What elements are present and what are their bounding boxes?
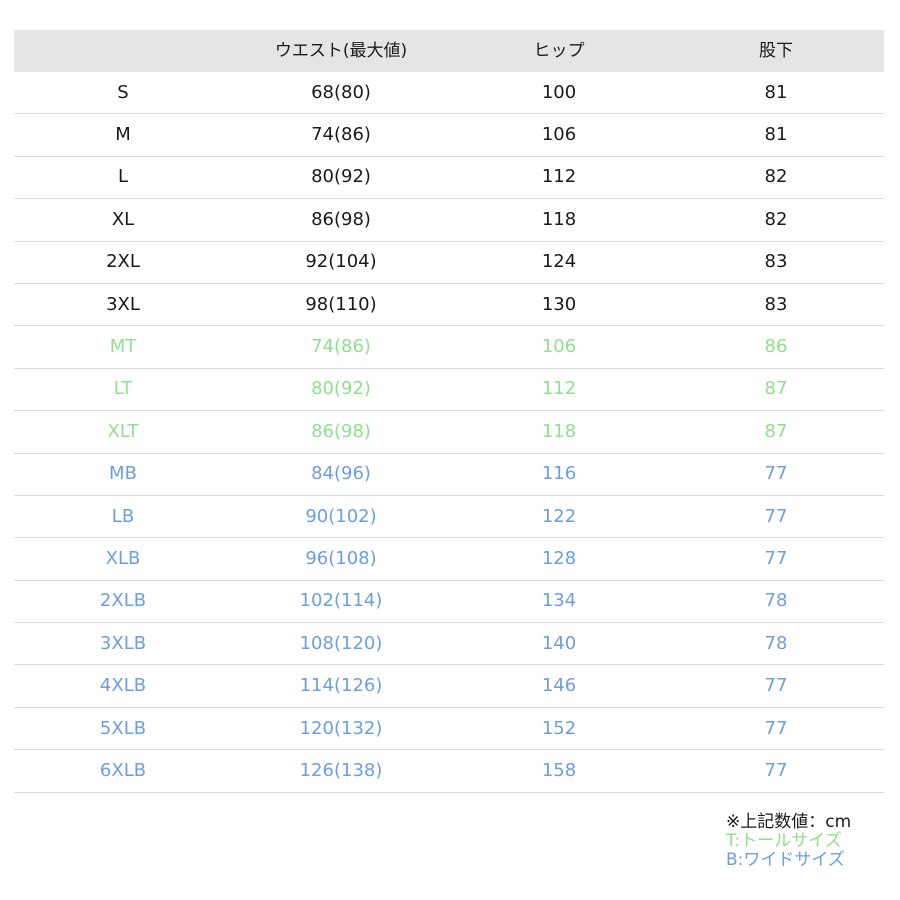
table-row: 6XLB 126(138) 158 77 (14, 750, 884, 793)
hip-cell: 122 (541, 505, 577, 527)
size-cell: S (117, 81, 129, 103)
waist-cell: 114(126) (299, 675, 383, 697)
table-row: XLT 86(98) 118 87 (14, 411, 884, 454)
inseam-cell: 83 (764, 293, 788, 315)
size-cell: M (115, 124, 131, 146)
size-notes: ※上記数値：cm T:トールサイズ B:ワイドサイズ (726, 813, 851, 870)
inseam-cell: 82 (764, 166, 788, 188)
table-row: 5XLB 120(132) 152 77 (14, 708, 884, 751)
header-waist: ウエスト(最大値) (274, 40, 408, 61)
table-row: MT 74(86) 106 86 (14, 326, 884, 369)
waist-cell: 92(104) (305, 251, 377, 273)
hip-cell: 130 (541, 293, 577, 315)
table-row: 2XLB 102(114) 134 78 (14, 581, 884, 624)
table-row: XLB 96(108) 128 77 (14, 538, 884, 581)
size-cell: XL (111, 208, 135, 230)
hip-cell: 112 (541, 166, 577, 188)
table-row: 2XL 92(104) 124 83 (14, 242, 884, 284)
size-table: ウエスト(最大値) ヒップ 股下 S 68(80) 100 81 M 74(86) 106 8… (14, 30, 884, 793)
table-row: LT 80(92) 112 87 (14, 369, 884, 412)
waist-cell: 80(92) (311, 166, 371, 188)
table-row: MB 84(96) 116 77 (14, 454, 884, 496)
waist-cell: 68(80) (311, 81, 371, 103)
size-cell: MT (109, 336, 137, 358)
inseam-cell: 81 (764, 124, 788, 146)
header-inseam: 股下 (759, 40, 793, 61)
size-cell: 2XL (106, 251, 140, 273)
size-cell: 3XL (106, 293, 140, 315)
table-row: S 68(80) 100 81 (14, 72, 884, 115)
size-cell: XLB (105, 547, 141, 569)
hip-cell: 100 (541, 81, 577, 103)
inseam-cell: 83 (764, 251, 788, 273)
table-header: ウエスト(最大値) ヒップ 股下 (14, 30, 884, 72)
table-body: S 68(80) 100 81 M 74(86) 106 81 L 80(92) 112 82 XL 86… (14, 72, 884, 793)
waist-cell: 74(86) (311, 336, 371, 358)
waist-cell: 74(86) (311, 124, 371, 146)
size-cell: XLT (107, 420, 139, 442)
inseam-cell: 78 (764, 632, 788, 654)
size-cell: 2XLB (99, 590, 147, 612)
hip-cell: 116 (541, 463, 577, 485)
hip-cell: 112 (541, 378, 577, 400)
size-cell: 3XLB (99, 632, 147, 654)
hip-cell: 124 (541, 251, 577, 273)
waist-cell: 96(108) (305, 547, 377, 569)
table-row: XL 86(98) 118 82 (14, 199, 884, 242)
hip-cell: 152 (541, 717, 577, 739)
inseam-cell: 78 (764, 590, 788, 612)
size-cell: MB (109, 463, 137, 485)
header-hip: ヒップ (533, 40, 585, 61)
table-row: L 80(92) 112 82 (14, 157, 884, 200)
unit-note: ※上記数値：cm (726, 812, 852, 832)
waist-cell: 86(98) (311, 208, 371, 230)
table-row: 3XLB 108(120) 140 78 (14, 623, 884, 666)
size-cell: LT (113, 378, 133, 400)
hip-cell: 106 (541, 336, 577, 358)
hip-cell: 118 (541, 420, 577, 442)
waist-cell: 84(96) (311, 463, 371, 485)
waist-cell: 102(114) (299, 590, 383, 612)
size-cell: 6XLB (99, 759, 147, 781)
hip-cell: 118 (541, 208, 577, 230)
inseam-cell: 87 (764, 420, 788, 442)
wide-size-note: B:ワイドサイズ (726, 850, 845, 870)
waist-cell: 90(102) (305, 505, 377, 527)
size-cell: L (117, 166, 129, 188)
waist-cell: 86(98) (311, 420, 371, 442)
size-cell: 4XLB (99, 675, 147, 697)
hip-cell: 128 (541, 547, 577, 569)
inseam-cell: 82 (764, 208, 788, 230)
inseam-cell: 77 (764, 759, 788, 781)
inseam-cell: 87 (764, 378, 788, 400)
hip-cell: 134 (541, 590, 577, 612)
hip-cell: 140 (541, 632, 577, 654)
tall-size-note: T:トールサイズ (726, 831, 842, 851)
hip-cell: 146 (541, 675, 577, 697)
inseam-cell: 77 (764, 547, 788, 569)
inseam-cell: 86 (764, 336, 788, 358)
table-row: 3XL 98(110) 130 83 (14, 284, 884, 327)
inseam-cell: 81 (764, 81, 788, 103)
size-cell: LB (111, 505, 135, 527)
waist-cell: 98(110) (305, 293, 377, 315)
waist-cell: 126(138) (299, 759, 383, 781)
table-row: LB 90(102) 122 77 (14, 496, 884, 539)
table-row: 4XLB 114(126) 146 77 (14, 665, 884, 708)
waist-cell: 108(120) (299, 632, 383, 654)
table-row: M 74(86) 106 81 (14, 114, 884, 157)
inseam-cell: 77 (764, 675, 788, 697)
inseam-cell: 77 (764, 463, 788, 485)
hip-cell: 158 (541, 759, 577, 781)
waist-cell: 80(92) (311, 378, 371, 400)
inseam-cell: 77 (764, 717, 788, 739)
hip-cell: 106 (541, 124, 577, 146)
size-cell: 5XLB (99, 717, 147, 739)
waist-cell: 120(132) (299, 717, 383, 739)
inseam-cell: 77 (764, 505, 788, 527)
